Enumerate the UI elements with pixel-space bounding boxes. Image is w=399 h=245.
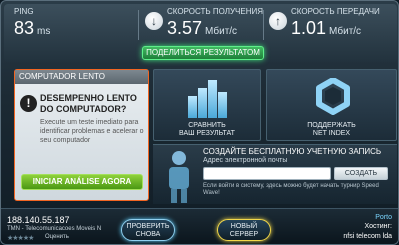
bar-chart-icon — [188, 76, 228, 118]
panel-title: DESEMPENHO LENTO DO COMPUTADOR? — [40, 93, 137, 115]
download-label: СКОРОСТЬ ПОЛУЧЕНИЯ — [167, 7, 264, 16]
upload-unit: Мбит/с — [329, 26, 362, 37]
person-icon — [169, 151, 189, 203]
net-index-line1: ПОДДЕРЖАТЬ — [307, 122, 356, 129]
net-index-tile[interactable]: ПОДДЕРЖАТЬ NET INDEX — [266, 69, 397, 141]
email-label: Адрес электронной почты — [203, 157, 288, 164]
create-account-button[interactable]: СОЗДАТЬ — [334, 167, 388, 180]
divider — [138, 10, 139, 40]
start-analysis-button[interactable]: INICIAR ANÁLISE AGORA — [21, 174, 143, 190]
rate-label: Оценить — [45, 234, 69, 240]
panel-title-line1: DESEMPENHO LENTO — [40, 93, 137, 103]
download-unit: Мбит/с — [205, 26, 238, 37]
isp-name: TMN - Telecomunicacoes Moveis N — [7, 226, 102, 232]
panel-description: Execute um teste imediato para identific… — [40, 119, 144, 144]
ping-stat: PING 83 ms — [12, 7, 112, 43]
register-note: Если войти в систему, здесь можно будет … — [203, 183, 379, 196]
ping-value: 83 ms — [14, 18, 50, 39]
slow-computer-panel: COMPUTADOR LENTO ! DESEMPENHO LENTO DO C… — [14, 69, 149, 201]
new-server-button[interactable]: НОВЫЙ СЕРВЕР — [217, 219, 271, 241]
retest-line2: СНОВА — [135, 231, 161, 238]
net-index-icon — [316, 78, 350, 115]
divider — [263, 10, 264, 40]
exclamation-icon: ! — [20, 95, 37, 112]
download-stat: ↓ СКОРОСТЬ ПОЛУЧЕНИЯ 3.57 Мбит/с — [145, 7, 265, 43]
speedtest-window: PING 83 ms ↓ СКОРОСТЬ ПОЛУЧЕНИЯ 3.57 Мбит/… — [0, 0, 399, 245]
compare-line2: ВАШ РЕЗУЛЬТАТ — [179, 130, 235, 137]
compare-line1: СРАВНИТЬ — [188, 122, 226, 129]
host-label: Хостинг: — [364, 223, 392, 230]
download-value: 3.57 Мбит/с — [167, 18, 237, 39]
download-arrow-icon: ↓ — [145, 12, 163, 30]
stats-bar: PING 83 ms ↓ СКОРОСТЬ ПОЛУЧЕНИЯ 3.57 Мбит/… — [4, 4, 397, 62]
upload-number: 1.01 — [291, 18, 327, 38]
ping-number: 83 — [14, 18, 35, 38]
upload-value: 1.01 Мбит/с — [291, 18, 361, 39]
new-server-line2: СЕРВЕР — [229, 231, 259, 238]
net-index-line2: NET INDEX — [312, 130, 351, 137]
panel-title-line2: DO COMPUTADOR? — [40, 104, 127, 114]
upload-stat: ↑ СКОРОСТЬ ПЕРЕДАЧИ 1.01 Мбит/с — [269, 7, 394, 43]
ping-label: PING — [14, 7, 34, 16]
ip-address: 188.140.55.187 — [7, 215, 70, 225]
share-result-button[interactable]: ПОДЕЛИТЬСЯ РЕЗУЛЬТАТОМ — [142, 46, 264, 60]
rating-stars[interactable]: ★★★★★ — [7, 234, 34, 242]
upload-arrow-icon: ↑ — [269, 12, 287, 30]
register-panel: СОЗДАЙТЕ БЕСПЛАТНУЮ УЧЕТНУЮ ЗАПИСЬ Адрес… — [153, 144, 397, 204]
email-field[interactable] — [203, 167, 331, 180]
register-title: СОЗДАЙТЕ БЕСПЛАТНУЮ УЧЕТНУЮ ЗАПИСЬ — [203, 147, 382, 156]
server-city: Porto — [375, 214, 392, 221]
compare-label: СРАВНИТЬ ВАШ РЕЗУЛЬТАТ — [154, 122, 260, 138]
retest-line1: ПРОВЕРИТЬ — [126, 223, 170, 230]
upload-label: СКОРОСТЬ ПЕРЕДАЧИ — [291, 7, 380, 16]
ping-unit: ms — [37, 26, 51, 37]
bottom-bar: 188.140.55.187 TMN - Telecomunicacoes Mo… — [1, 208, 398, 244]
download-number: 3.57 — [167, 18, 203, 38]
net-index-label: ПОДДЕРЖАТЬ NET INDEX — [267, 122, 396, 138]
host-name: nfsi telecom lda — [343, 233, 392, 240]
compare-result-tile[interactable]: СРАВНИТЬ ВАШ РЕЗУЛЬТАТ — [153, 69, 261, 141]
new-server-line1: НОВЫЙ — [230, 223, 258, 230]
panel-header: COMPUTADOR LENTO — [15, 70, 148, 84]
retest-button[interactable]: ПРОВЕРИТЬ СНОВА — [121, 219, 175, 241]
